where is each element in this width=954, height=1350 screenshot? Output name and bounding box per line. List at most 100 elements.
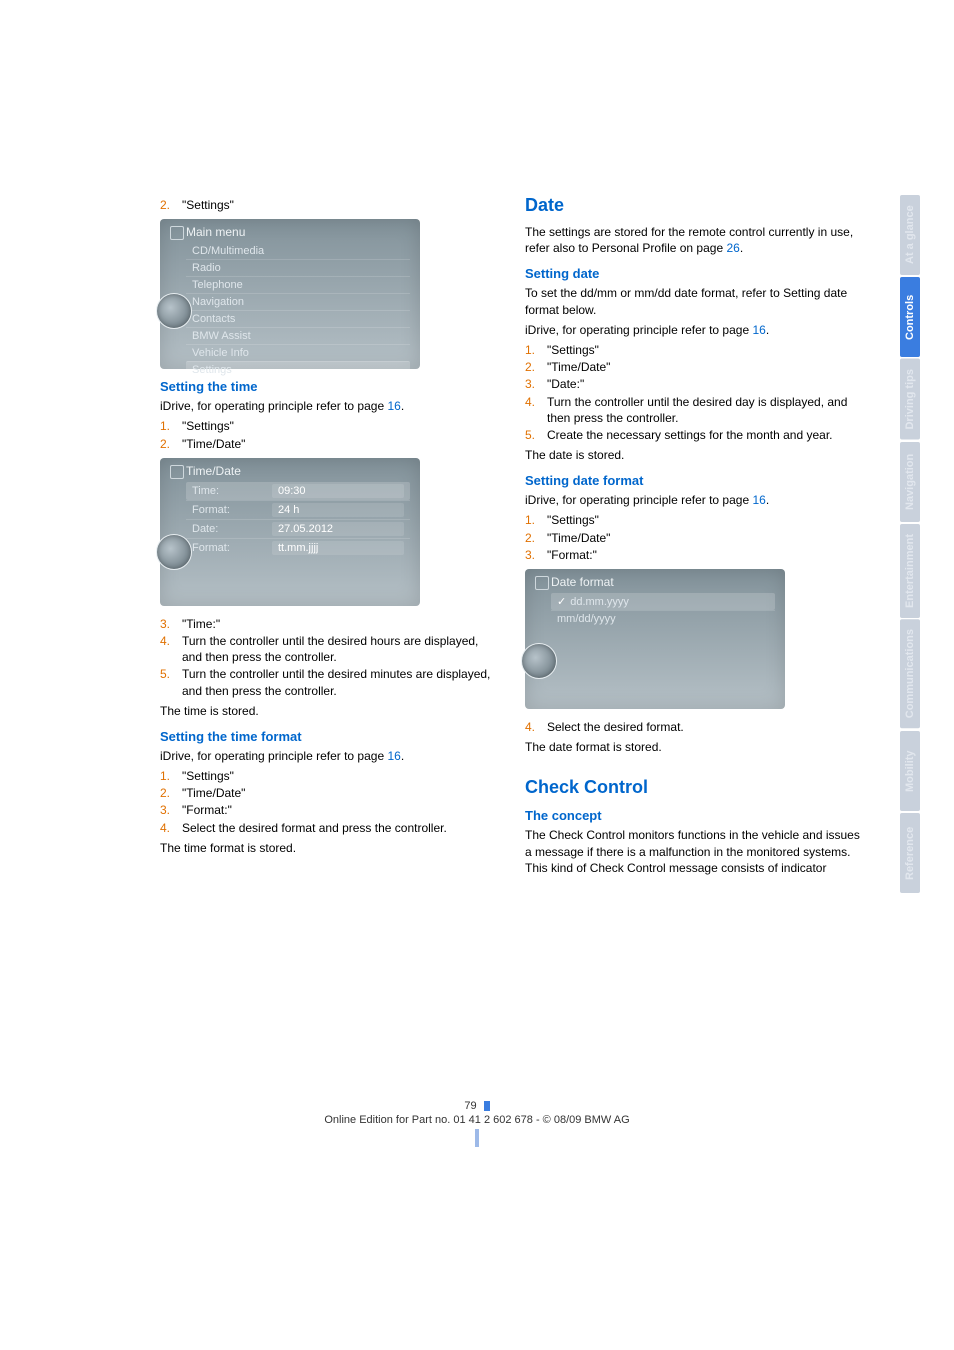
footer-tick-icon <box>475 1129 479 1147</box>
row-value: 27.05.2012 <box>272 522 404 536</box>
row-label: Date: <box>192 523 272 535</box>
step-item: 2. "Settings" <box>160 197 499 213</box>
step-number: 2. <box>160 436 182 452</box>
step-number: 4. <box>525 394 547 426</box>
step-text: Turn the controller until the desired da… <box>547 394 864 426</box>
chapter-tab[interactable]: Reference <box>900 813 920 893</box>
step-item: 1."Settings" <box>525 512 864 528</box>
chapter-tab[interactable]: Controls <box>900 277 920 357</box>
body-text: The time format is stored. <box>160 840 499 856</box>
menu-row: Navigation <box>186 293 410 310</box>
step-number: 4. <box>160 820 182 836</box>
menu-row: Format:24 h <box>186 500 410 519</box>
menu-row: Vehicle Info <box>186 344 410 361</box>
idrive-timedate-screenshot: Time/Date Time:09:30Format:24 hDate:27.0… <box>160 458 420 606</box>
edition-line: Online Edition for Part no. 01 41 2 602 … <box>0 1114 954 1126</box>
step-item: 3."Date:" <box>525 376 864 392</box>
chapter-tab[interactable]: Entertainment <box>900 524 920 618</box>
menu-row: Time:09:30 <box>186 482 410 500</box>
body-text: iDrive, for operating principle refer to… <box>525 492 864 508</box>
step-item: 2."Time/Date" <box>160 436 499 452</box>
body-text: iDrive, for operating principle refer to… <box>160 398 499 414</box>
step-number: 3. <box>160 802 182 818</box>
menu-row: BMW Assist <box>186 327 410 344</box>
chapter-tab[interactable]: Communications <box>900 619 920 728</box>
menu-row: CD/Multimedia <box>186 243 410 259</box>
step-text: Turn the controller until the desired mi… <box>182 666 499 698</box>
step-text: "Format:" <box>547 547 864 563</box>
step-text: Turn the controller until the desired ho… <box>182 633 499 665</box>
idrive-main-menu-screenshot: Main menu CD/MultimediaRadioTelephoneNav… <box>160 219 420 369</box>
chapter-tab[interactable]: Driving tips <box>900 359 920 440</box>
step-item: 2."Time/Date" <box>525 359 864 375</box>
row-label: Time: <box>192 485 272 497</box>
menu-row: Date:27.05.2012 <box>186 519 410 538</box>
heading-setting-time: Setting the time <box>160 379 499 394</box>
step-number: 1. <box>160 418 182 434</box>
chapter-tab[interactable]: Mobility <box>900 731 920 811</box>
step-text: "Settings" <box>182 768 499 784</box>
step-item: 1."Settings" <box>160 768 499 784</box>
idrive-dial-icon <box>521 643 557 679</box>
page-link[interactable]: 16 <box>752 493 765 507</box>
heading-setting-date-format: Setting date format <box>525 473 864 488</box>
step-item: 3."Time:" <box>160 616 499 632</box>
row-value: 24 h <box>272 503 404 517</box>
step-text: Select the desired format. <box>547 719 864 735</box>
row-label: Format: <box>192 504 272 516</box>
step-number: 5. <box>525 427 547 443</box>
body-text: The date is stored. <box>525 447 864 463</box>
heading-check-control: Check Control <box>525 777 864 798</box>
step-item: 4.Turn the controller until the desired … <box>525 394 864 426</box>
heading-setting-date: Setting date <box>525 266 864 281</box>
page-link[interactable]: 16 <box>387 749 400 763</box>
step-text: "Time/Date" <box>182 785 499 801</box>
step-text: "Settings" <box>547 512 864 528</box>
step-number: 4. <box>525 719 547 735</box>
step-item: 4.Turn the controller until the desired … <box>160 633 499 665</box>
step-number: 2. <box>525 359 547 375</box>
step-item: 1."Settings" <box>160 418 499 434</box>
screenshot-title: Time/Date <box>164 462 416 482</box>
step-text: "Settings" <box>547 342 864 358</box>
body-text: iDrive, for operating principle refer to… <box>160 748 499 764</box>
chapter-tabs: At a glanceControlsDriving tipsNavigatio… <box>900 195 920 893</box>
body-text: The date format is stored. <box>525 739 864 755</box>
check-icon: ✓ <box>557 595 566 608</box>
step-text: "Date:" <box>547 376 864 392</box>
body-text: The Check Control monitors functions in … <box>525 827 864 876</box>
step-number: 1. <box>525 512 547 528</box>
screenshot-title: Main menu <box>164 223 416 243</box>
row-label: Format: <box>192 542 272 554</box>
page-link[interactable]: 16 <box>752 323 765 337</box>
idrive-dial-icon <box>156 293 192 329</box>
row-label: mm/dd/yyyy <box>557 613 616 625</box>
footer-bar-icon <box>484 1101 490 1111</box>
idrive-date-format-screenshot: Date format ✓dd.mm.yyyymm/dd/yyyy <box>525 569 785 709</box>
chapter-tab[interactable]: At a glance <box>900 195 920 275</box>
step-number: 2. <box>525 530 547 546</box>
body-text: The time is stored. <box>160 703 499 719</box>
step-item: 5.Create the necessary settings for the … <box>525 427 864 443</box>
step-text: "Format:" <box>182 802 499 818</box>
step-text: Create the necessary settings for the mo… <box>547 427 864 443</box>
menu-row: Settings <box>186 361 410 378</box>
step-item: 4.Select the desired format and press th… <box>160 820 499 836</box>
menu-row: Telephone <box>186 276 410 293</box>
step-text: "Time/Date" <box>547 530 864 546</box>
menu-row: mm/dd/yyyy <box>551 610 775 627</box>
step-number: 5. <box>160 666 182 698</box>
left-column: 2. "Settings" Main menu CD/MultimediaRad… <box>160 195 499 880</box>
body-text: To set the dd/mm or mm/dd date format, r… <box>525 285 864 317</box>
row-label: dd.mm.yyyy <box>570 596 629 608</box>
page-link[interactable]: 26 <box>726 241 739 255</box>
step-number: 2. <box>160 785 182 801</box>
page-footer: 79 Online Edition for Part no. 01 41 2 6… <box>0 1100 954 1150</box>
step-number: 1. <box>525 342 547 358</box>
chapter-tab[interactable]: Navigation <box>900 442 920 522</box>
page-link[interactable]: 16 <box>387 399 400 413</box>
step-text: "Settings" <box>182 197 499 213</box>
step-item: 3."Format:" <box>160 802 499 818</box>
step-item: 4.Select the desired format. <box>525 719 864 735</box>
step-text: "Settings" <box>182 418 499 434</box>
